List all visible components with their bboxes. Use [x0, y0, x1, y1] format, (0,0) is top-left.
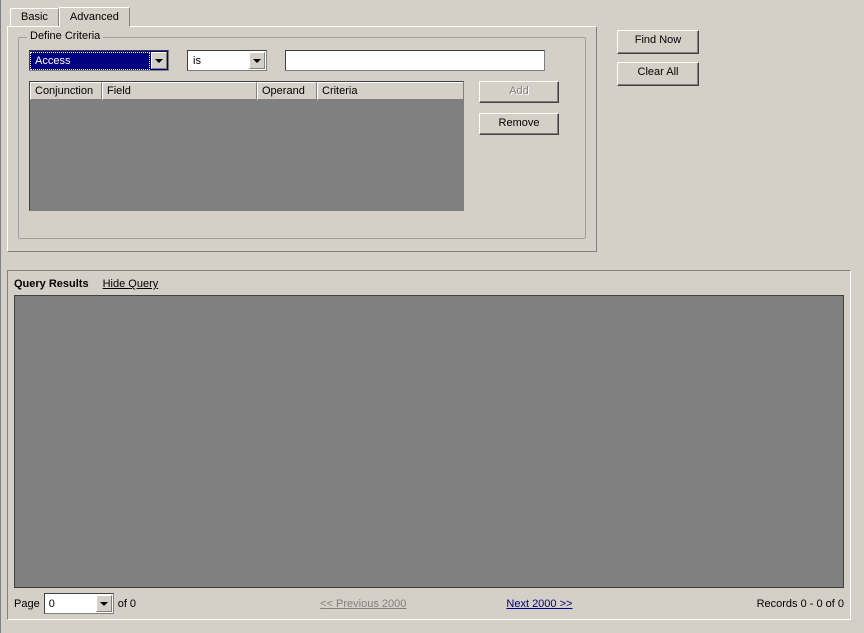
footer-left: Page 0 of 0	[14, 593, 136, 614]
results-title: Query Results	[14, 278, 89, 290]
results-grid[interactable]	[14, 295, 844, 588]
tabs-row: Basic Advanced	[7, 6, 597, 26]
define-criteria-fieldset: Define Criteria Access is	[18, 37, 586, 239]
main-panel: Basic Advanced Define Criteria Access is	[0, 0, 864, 633]
right-buttons: Find Now Clear All	[617, 30, 699, 86]
footer-center: << Previous 2000 Next 2000 >>	[136, 598, 757, 610]
tab-basic[interactable]: Basic	[10, 8, 59, 26]
col-field[interactable]: Field	[102, 82, 257, 100]
fieldset-legend: Define Criteria	[27, 30, 103, 42]
criteria-table[interactable]: Conjunction Field Operand Criteria	[29, 81, 464, 211]
page-combo-value: 0	[45, 596, 95, 612]
remove-button[interactable]: Remove	[479, 113, 559, 135]
tab-content-advanced: Define Criteria Access is	[7, 26, 597, 252]
field-combo-value: Access	[30, 52, 150, 70]
operand-combo[interactable]: is	[187, 50, 267, 71]
operand-combo-value: is	[188, 52, 248, 70]
field-combo[interactable]: Access	[29, 50, 169, 71]
next-page-link[interactable]: Next 2000 >>	[506, 598, 572, 610]
criteria-action-buttons: Add Remove	[479, 81, 559, 135]
find-now-button[interactable]: Find Now	[617, 30, 699, 54]
criteria-table-wrap: Conjunction Field Operand Criteria Add R…	[29, 81, 575, 211]
records-label: Records 0 - 0 of 0	[757, 598, 844, 610]
hide-query-link[interactable]: Hide Query	[103, 278, 159, 290]
clear-all-button[interactable]: Clear All	[617, 62, 699, 86]
col-criteria[interactable]: Criteria	[317, 82, 463, 100]
page-combo[interactable]: 0	[44, 593, 114, 614]
col-operand[interactable]: Operand	[257, 82, 317, 100]
of-label: of 0	[118, 598, 136, 610]
criteria-table-header: Conjunction Field Operand Criteria	[30, 82, 463, 101]
criteria-input[interactable]	[285, 50, 545, 71]
page-label: Page	[14, 598, 40, 610]
col-conjunction[interactable]: Conjunction	[30, 82, 102, 100]
chevron-down-icon[interactable]	[249, 52, 265, 69]
chevron-down-icon[interactable]	[96, 595, 112, 612]
chevron-down-icon[interactable]	[151, 52, 167, 69]
criteria-input-row: Access is	[29, 50, 575, 71]
upper-section: Basic Advanced Define Criteria Access is	[7, 6, 858, 252]
tab-advanced[interactable]: Advanced	[59, 7, 130, 27]
results-footer: Page 0 of 0 << Previous 2000 Next 2000 >…	[14, 588, 844, 614]
prev-page-link[interactable]: << Previous 2000	[320, 598, 406, 610]
results-header: Query Results Hide Query	[14, 276, 844, 292]
results-panel: Query Results Hide Query Page 0 of 0 << …	[7, 270, 851, 620]
add-button[interactable]: Add	[479, 81, 559, 103]
tabs-container: Basic Advanced Define Criteria Access is	[7, 6, 597, 252]
